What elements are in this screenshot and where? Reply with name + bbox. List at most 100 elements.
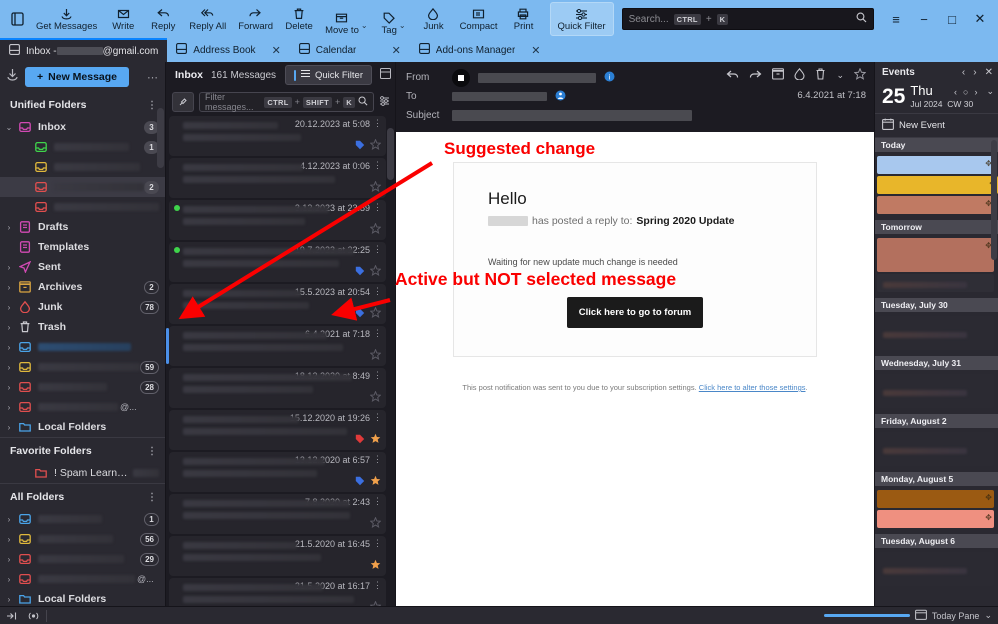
folder-item-local-folders[interactable]: ›Local Folders (0, 417, 165, 437)
events-date-next-button[interactable]: › (974, 87, 977, 97)
message-star-icon[interactable] (370, 475, 381, 489)
folder-item[interactable]: ›56 (0, 529, 165, 549)
chevron-icon[interactable]: ⌄ (2, 123, 16, 132)
event-block[interactable]: ✥ (877, 156, 994, 174)
minimize-button[interactable]: − (910, 4, 938, 34)
message-star-icon[interactable] (370, 517, 381, 531)
folder-pane-more-button[interactable]: ⋯ (147, 71, 159, 84)
write-button[interactable]: Write (103, 2, 143, 36)
subscription-settings-link[interactable]: Click here to alter those settings (699, 383, 806, 392)
message-star-icon[interactable] (370, 559, 381, 573)
events-today-button[interactable]: ○ (963, 87, 968, 97)
filter-options-icon[interactable] (379, 93, 390, 111)
event-drag-handle[interactable]: ✥ (985, 513, 992, 522)
folder-item[interactable] (0, 157, 165, 177)
folder-item[interactable]: ›@... (0, 397, 165, 417)
event-block[interactable]: ✥ (877, 196, 994, 214)
events-expand-button[interactable]: ⌄ (986, 86, 994, 97)
event-block[interactable] (877, 552, 994, 586)
chevron-icon[interactable]: › (2, 343, 16, 352)
reply-icon[interactable] (726, 69, 739, 83)
forward-button[interactable]: Forward (232, 2, 279, 36)
section-menu-button[interactable]: ⋮ (147, 100, 157, 111)
folder-item[interactable]: ›1 (0, 509, 165, 529)
chevron-icon[interactable]: › (2, 555, 16, 564)
chevron-icon[interactable]: › (2, 575, 16, 584)
folder-item[interactable]: ›29 (0, 549, 165, 569)
message-tag-icon[interactable] (355, 434, 365, 447)
forum-cta-button[interactable]: Click here to go to forum (567, 297, 703, 328)
new-message-button[interactable]: + New Message (25, 67, 129, 87)
chevron-icon[interactable]: › (2, 363, 16, 372)
close-icon[interactable]: ✕ (262, 44, 281, 57)
message-row[interactable]: 19.7.2023 at 22:25⋮ (169, 242, 386, 282)
event-drag-handle[interactable]: ✥ (985, 493, 992, 502)
chevron-icon[interactable]: › (2, 535, 16, 544)
message-tag-icon[interactable] (355, 266, 365, 279)
archive-icon[interactable] (772, 68, 784, 83)
today-pane-label[interactable]: Today Pane (932, 611, 980, 621)
message-menu-button[interactable]: ⋮ (373, 454, 382, 465)
close-icon[interactable]: ✕ (521, 44, 540, 57)
chevron-icon[interactable]: › (2, 323, 16, 332)
message-row[interactable]: 3.12.2023 at 23:59⋮ (169, 200, 386, 240)
message-menu-button[interactable]: ⋮ (373, 496, 382, 507)
chevron-icon[interactable]: › (2, 283, 16, 292)
folder-item[interactable]: ›28 (0, 377, 165, 397)
events-scrollbar[interactable] (991, 140, 997, 260)
move-to-button[interactable]: Move to⌄ (319, 2, 374, 36)
message-menu-button[interactable]: ⋮ (373, 412, 382, 423)
message-menu-button[interactable]: ⋮ (373, 538, 382, 549)
chevron-down-icon[interactable]: ⌄ (361, 19, 368, 36)
star-icon[interactable] (854, 68, 866, 83)
folder-item[interactable]: 1 (0, 137, 165, 157)
folder-item-inbox[interactable]: ⌄Inbox3 (0, 117, 165, 137)
compact-button[interactable]: Compact (454, 2, 504, 36)
app-menu-button[interactable]: ≡ (882, 4, 910, 34)
message-row[interactable]: 15.5.2023 at 20:54⋮ (169, 284, 386, 324)
message-star-icon[interactable] (370, 223, 381, 237)
message-star-icon[interactable] (370, 391, 381, 405)
quick-filter-bar-button[interactable]: Quick Filter (285, 65, 372, 85)
message-menu-button[interactable]: ⋮ (373, 118, 382, 129)
folder-item-archives[interactable]: ›Archives2 (0, 277, 165, 297)
folder-item-local-folders[interactable]: ›Local Folders (0, 589, 165, 606)
message-row[interactable]: 13.12.2020 at 6:57⋮ (169, 452, 386, 492)
message-menu-button[interactable]: ⋮ (373, 370, 382, 381)
message-menu-button[interactable]: ⋮ (373, 160, 382, 171)
reply-button[interactable]: Reply (143, 2, 183, 36)
message-star-icon[interactable] (370, 349, 381, 363)
message-list-scrollbar[interactable] (387, 128, 394, 180)
pin-filter-button[interactable] (172, 92, 194, 112)
chevron-icon[interactable]: › (2, 515, 16, 524)
message-tag-icon[interactable] (355, 308, 365, 321)
chevron-icon[interactable]: › (2, 223, 16, 232)
events-list[interactable]: Today✥✥✥Tomorrow✥Tuesday, July 30Wednesd… (875, 138, 998, 606)
message-row[interactable]: 18.12.2020 at 8:49⋮ (169, 368, 386, 408)
message-row[interactable]: 15.12.2020 at 19:26⋮ (169, 410, 386, 450)
delete-icon[interactable] (815, 68, 826, 83)
folder-item[interactable]: ›59 (0, 357, 165, 377)
print-button[interactable]: Print (504, 2, 544, 36)
event-block[interactable] (877, 374, 994, 408)
chevron-icon[interactable]: › (2, 595, 16, 604)
message-menu-button[interactable]: ⋮ (373, 580, 382, 591)
message-menu-button[interactable]: ⋮ (373, 286, 382, 297)
chevron-icon[interactable]: › (2, 303, 16, 312)
search-input[interactable]: Search... CTRL + K (622, 8, 874, 30)
junk-icon[interactable] (794, 68, 805, 83)
folder-item-trash[interactable]: ›Trash (0, 317, 165, 337)
quick-filter-toolbar-button[interactable]: Quick Filter (550, 2, 614, 36)
event-block[interactable] (877, 274, 994, 292)
junk-button[interactable]: Junk (414, 2, 454, 36)
folder-item[interactable]: › (0, 337, 165, 357)
message-menu-button[interactable]: ⋮ (373, 328, 382, 339)
events-next-button[interactable]: › (973, 67, 976, 78)
folder-item[interactable]: ›@... (0, 569, 165, 589)
message-tag-icon[interactable] (355, 140, 365, 153)
event-block[interactable]: ✥ (877, 510, 994, 528)
event-block[interactable] (877, 316, 994, 350)
today-pane-caret-icon[interactable]: ⌄ (984, 610, 992, 621)
message-row[interactable]: 21.5.2020 at 16:45⋮ (169, 536, 386, 576)
delete-button[interactable]: Delete (279, 2, 319, 36)
